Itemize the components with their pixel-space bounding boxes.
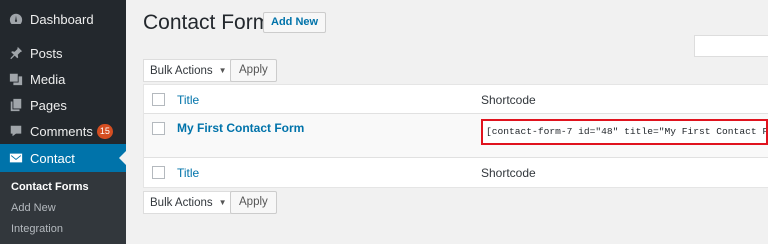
- submenu-add-new[interactable]: Add New: [11, 202, 56, 214]
- page-title: Contact Forms: [143, 11, 281, 34]
- select-all-checkbox-footer[interactable]: [152, 166, 165, 179]
- sidebar-item-media[interactable]: Media: [0, 66, 126, 92]
- search-input[interactable]: [694, 35, 768, 57]
- column-header-shortcode: Shortcode: [481, 93, 536, 107]
- column-header-title[interactable]: Title: [177, 93, 199, 107]
- pushpin-icon: [9, 46, 23, 60]
- contact-forms-table: Title Shortcode My First Contact Form [c…: [143, 84, 768, 188]
- submenu-integration[interactable]: Integration: [11, 223, 63, 235]
- shortcode-field[interactable]: [contact-form-7 id="48" title="My First …: [481, 119, 768, 145]
- row-checkbox[interactable]: [152, 122, 165, 135]
- contact-submenu: Contact Forms Add New Integration: [0, 172, 126, 244]
- sidebar-item-contact[interactable]: Contact: [0, 144, 126, 172]
- table-header-row: Title Shortcode: [144, 85, 768, 114]
- column-footer-shortcode: Shortcode: [481, 166, 536, 180]
- comments-icon: [9, 124, 23, 138]
- sidebar-item-label: Comments: [30, 123, 93, 139]
- sidebar-item-label: Pages: [30, 97, 67, 113]
- bulk-actions-label: Bulk Actions: [150, 196, 213, 209]
- submenu-contact-forms[interactable]: Contact Forms: [11, 181, 89, 193]
- select-all-checkbox[interactable]: [152, 93, 165, 106]
- sidebar-item-pages[interactable]: Pages: [0, 92, 126, 118]
- table-footer-row: Title Shortcode: [144, 158, 768, 188]
- caret-down-icon: ▼: [218, 66, 227, 75]
- sidebar-item-dashboard[interactable]: Dashboard: [0, 6, 126, 32]
- sidebar-item-label: Posts: [30, 45, 63, 61]
- caret-down-icon: ▼: [218, 198, 227, 207]
- bulk-actions-select-bottom[interactable]: Bulk Actions ▼: [143, 191, 234, 214]
- table-row: My First Contact Form [contact-form-7 id…: [144, 114, 768, 158]
- add-new-button[interactable]: Add New: [263, 12, 327, 33]
- active-indicator-arrow: [119, 151, 126, 165]
- comments-count-badge: 15: [96, 123, 113, 139]
- sidebar-item-comments[interactable]: Comments 15: [0, 118, 126, 144]
- sidebar-item-label: Media: [30, 71, 66, 87]
- apply-button-bottom[interactable]: Apply: [230, 191, 277, 214]
- bulk-actions-label: Bulk Actions: [150, 64, 213, 77]
- dashboard-icon: [9, 12, 23, 26]
- media-icon: [9, 72, 23, 86]
- pages-icon: [9, 98, 23, 112]
- form-title-link[interactable]: My First Contact Form: [177, 121, 304, 135]
- sidebar-item-posts[interactable]: Posts: [0, 40, 126, 66]
- admin-sidebar: Dashboard Posts Media Pages Comments 15 …: [0, 0, 126, 244]
- column-footer-title[interactable]: Title: [177, 166, 199, 180]
- sidebar-item-label: Contact: [30, 150, 75, 166]
- bulk-actions-select-top[interactable]: Bulk Actions ▼: [143, 59, 234, 82]
- sidebar-item-label: Dashboard: [30, 11, 94, 27]
- apply-button-top[interactable]: Apply: [230, 59, 277, 82]
- mail-icon: [9, 151, 23, 165]
